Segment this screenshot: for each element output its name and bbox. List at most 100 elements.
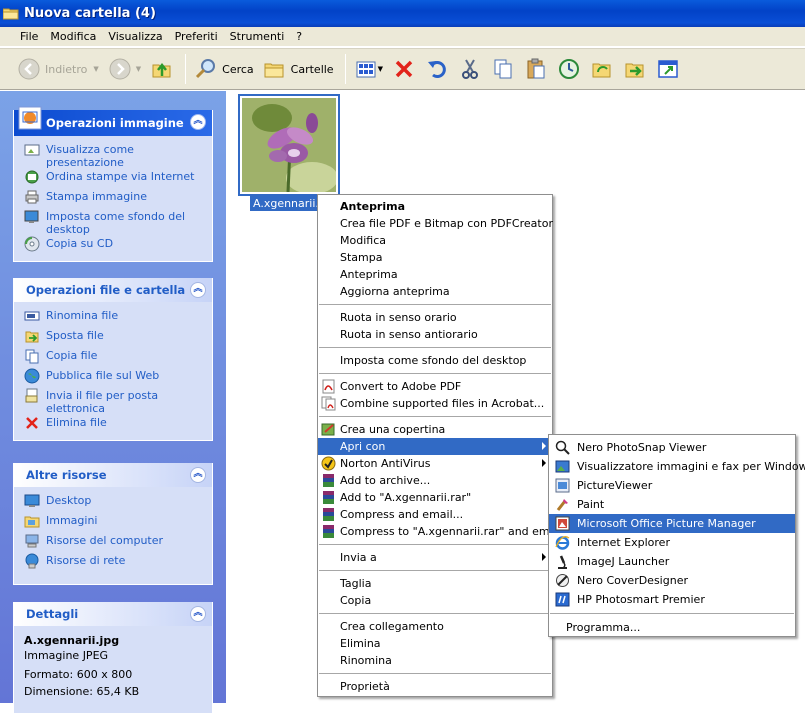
title-bar[interactable]: Nuova cartella (4) (0, 0, 805, 27)
history-button[interactable] (554, 53, 584, 85)
collapse-chevron-icon[interactable]: ︽ (190, 467, 206, 483)
task-rename-file[interactable]: Rinomina file (24, 308, 212, 328)
image-tasks-title: Operazioni immagine (46, 116, 184, 130)
copy-button[interactable] (488, 53, 518, 85)
menu-separator (550, 613, 794, 614)
ctx-anteprima-2[interactable]: Anteprima (318, 266, 552, 283)
ctx-create-shortcut[interactable]: Crea collegamento (318, 618, 552, 635)
internet-explorer-icon (555, 535, 570, 550)
winrar-icon (321, 473, 336, 488)
app-nero-coverdesigner[interactable]: Nero CoverDesigner (549, 571, 795, 590)
ctx-anteprima[interactable]: Anteprima (318, 198, 552, 215)
back-button[interactable]: Indietro ▼ (14, 53, 102, 85)
app-office-picture-manager[interactable]: Microsoft Office Picture Manager (549, 514, 795, 533)
ctx-combine-acrobat[interactable]: Combine supported files in Acrobat... (318, 395, 552, 412)
paste-button[interactable] (521, 53, 551, 85)
winrar-icon (321, 507, 336, 522)
undo-button[interactable] (422, 53, 452, 85)
back-label: Indietro (45, 62, 88, 76)
ctx-add-archive[interactable]: Add to archive... (318, 472, 552, 489)
task-email-file[interactable]: Invia il file per posta elettronica (24, 388, 212, 415)
file-thumbnail[interactable] (238, 94, 340, 196)
app-paint[interactable]: Paint (549, 495, 795, 514)
pictures-folder-icon (24, 513, 40, 529)
ctx-aggiorna-anteprima[interactable]: Aggiorna anteprima (318, 283, 552, 300)
ctx-compress-rar-email[interactable]: Compress to "A.xgennarii.rar" and email (318, 523, 563, 540)
ctx-rotate-cw[interactable]: Ruota in senso orario (318, 309, 552, 326)
ctx-convert-pdf[interactable]: Convert to Adobe PDF (318, 378, 552, 395)
up-folder-button[interactable] (147, 53, 177, 85)
views-button[interactable]: ▼ (351, 53, 386, 85)
dropdown-arrow-icon[interactable]: ▼ (378, 65, 383, 73)
ctx-rotate-ccw[interactable]: Ruota in senso antiorario (318, 326, 552, 343)
dropdown-arrow-icon[interactable]: ▼ (136, 65, 141, 73)
collapse-chevron-icon[interactable]: ︽ (190, 606, 206, 622)
sync-folder-icon (590, 57, 614, 81)
app-nero-photosnap[interactable]: Nero PhotoSnap Viewer (549, 438, 795, 457)
app-choose-program[interactable]: Programma... (549, 618, 795, 637)
image-tasks-header[interactable]: Operazioni immagine ︽ (14, 106, 212, 136)
details-header[interactable]: Dettagli ︽ (14, 602, 212, 626)
forward-button[interactable]: ▼ (105, 53, 144, 85)
toolbar-separator (344, 54, 346, 84)
ctx-copy[interactable]: Copia (318, 592, 552, 609)
ctx-open-with[interactable]: Apri con (318, 438, 552, 455)
place-my-computer[interactable]: Risorse del computer (24, 533, 212, 553)
place-network[interactable]: Risorse di rete (24, 553, 212, 573)
move-to-button[interactable] (620, 53, 650, 85)
task-move-file[interactable]: Sposta file (24, 328, 212, 348)
folders-icon (263, 57, 287, 81)
ctx-create-cover[interactable]: Crea una copertina (318, 421, 552, 438)
file-tasks-header[interactable]: Operazioni file e cartella ︽ (14, 278, 212, 302)
task-order-prints[interactable]: Ordina stampe via Internet (24, 169, 212, 189)
task-publish-web[interactable]: Pubblica file sul Web (24, 368, 212, 388)
other-places-header[interactable]: Altre risorse ︽ (14, 463, 212, 487)
place-desktop[interactable]: Desktop (24, 493, 212, 513)
sync-button[interactable] (587, 53, 617, 85)
collapse-chevron-icon[interactable]: ︽ (190, 114, 206, 130)
app-windows-image-viewer[interactable]: Visualizzatore immagini e fax per Window… (549, 457, 805, 476)
menu-separator (319, 570, 551, 571)
ctx-send-to[interactable]: Invia a (318, 549, 552, 566)
task-slideshow[interactable]: Visualizza come presentazione (24, 142, 212, 169)
folders-button[interactable]: Cartelle (260, 53, 337, 85)
fullscreen-button[interactable] (653, 53, 683, 85)
task-copy-cd[interactable]: Copia su CD (24, 236, 212, 256)
menu-help[interactable]: ? (290, 30, 308, 43)
ctx-norton[interactable]: Norton AntiVirus (318, 455, 552, 472)
delete-button[interactable] (389, 53, 419, 85)
ctx-properties[interactable]: Proprietà (318, 678, 552, 695)
task-copy-file[interactable]: Copia file (24, 348, 212, 368)
dropdown-arrow-icon[interactable]: ▼ (93, 65, 98, 73)
menu-separator (319, 304, 551, 305)
ctx-pdfcreator[interactable]: Crea file PDF e Bitmap con PDFCreator (318, 215, 553, 232)
place-images[interactable]: Immagini (24, 513, 212, 533)
task-print-image[interactable]: Stampa immagine (24, 189, 212, 209)
copy-file-icon (24, 348, 40, 364)
app-internet-explorer[interactable]: Internet Explorer (549, 533, 795, 552)
search-button[interactable]: Cerca (191, 53, 257, 85)
ctx-set-wallpaper[interactable]: Imposta come sfondo del desktop (318, 352, 552, 369)
ctx-compress-email[interactable]: Compress and email... (318, 506, 552, 523)
wallpaper-icon (24, 209, 40, 225)
task-delete-file[interactable]: Elimina file (24, 415, 212, 435)
ctx-modifica[interactable]: Modifica (318, 232, 552, 249)
app-hp-photosmart[interactable]: HP Photosmart Premier (549, 590, 795, 609)
ctx-stampa[interactable]: Stampa (318, 249, 552, 266)
ctx-cut[interactable]: Taglia (318, 575, 552, 592)
menu-visualizza[interactable]: Visualizza (102, 30, 168, 43)
ctx-delete[interactable]: Elimina (318, 635, 552, 652)
cut-button[interactable] (455, 53, 485, 85)
menu-modifica[interactable]: Modifica (44, 30, 102, 43)
ctx-rename[interactable]: Rinomina (318, 652, 552, 669)
task-set-wallpaper[interactable]: Imposta come sfondo del desktop (24, 209, 212, 236)
menu-file[interactable]: File (14, 30, 44, 43)
collapse-chevron-icon[interactable]: ︽ (190, 282, 206, 298)
hp-icon (555, 592, 570, 607)
ctx-add-rar[interactable]: Add to "A.xgennarii.rar" (318, 489, 552, 506)
app-pictureviewer[interactable]: PictureViewer (549, 476, 795, 495)
menu-preferiti[interactable]: Preferiti (169, 30, 224, 43)
window-title: Nuova cartella (4) (24, 6, 156, 21)
app-imagej[interactable]: ImageJ Launcher (549, 552, 795, 571)
menu-strumenti[interactable]: Strumenti (224, 30, 291, 43)
